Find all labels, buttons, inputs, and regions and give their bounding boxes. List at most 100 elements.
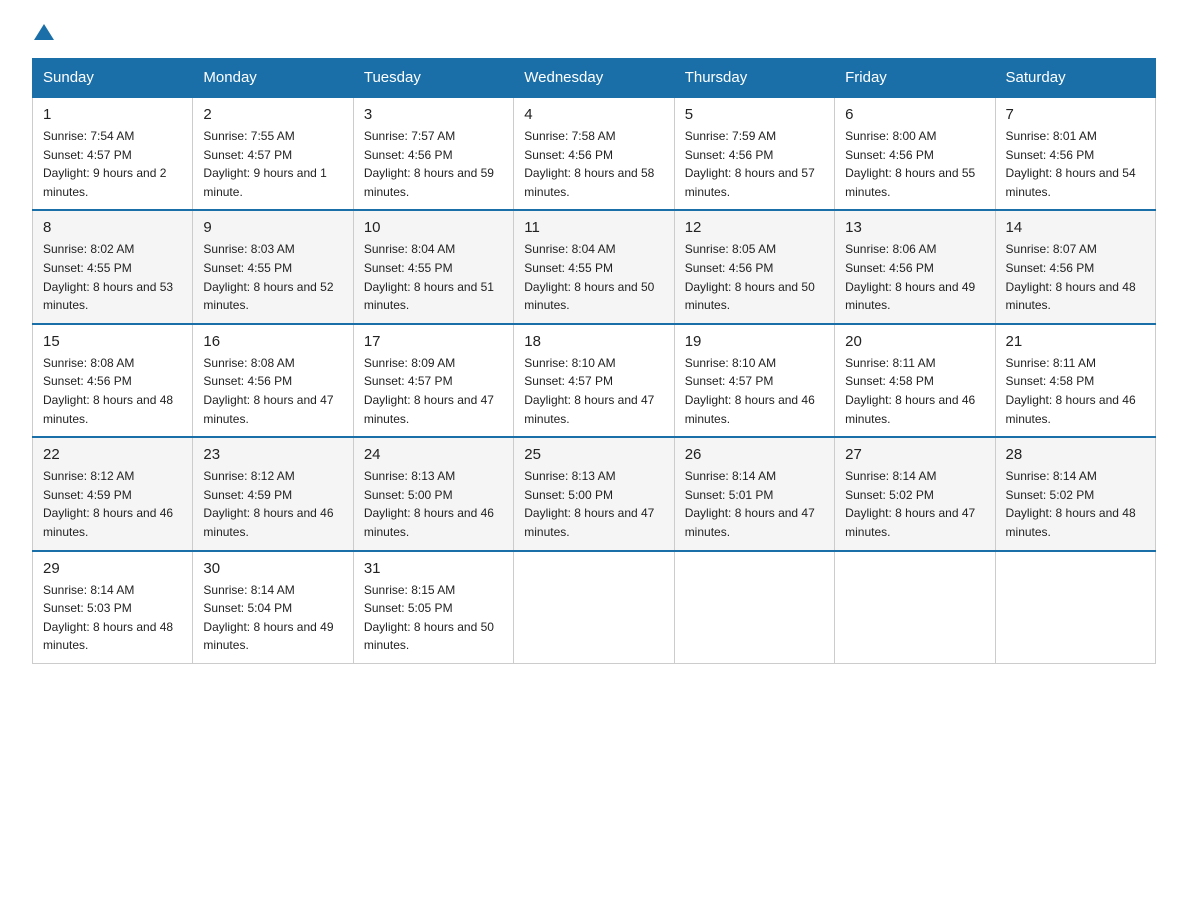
calendar-day-cell: 14 Sunrise: 8:07 AMSunset: 4:56 PMDayligh…	[995, 210, 1155, 323]
day-number: 26	[685, 446, 824, 463]
day-number: 11	[524, 219, 663, 236]
day-number: 8	[43, 219, 182, 236]
day-info: Sunrise: 8:13 AMSunset: 5:00 PMDaylight:…	[364, 467, 503, 541]
day-info: Sunrise: 8:14 AMSunset: 5:03 PMDaylight:…	[43, 581, 182, 655]
day-info: Sunrise: 8:05 AMSunset: 4:56 PMDaylight:…	[685, 240, 824, 314]
calendar-week-row: 29 Sunrise: 8:14 AMSunset: 5:03 PMDayligh…	[33, 551, 1156, 664]
calendar-day-cell: 18Sunrise: 8:10 AMSunset: 4:57 PMDayligh…	[514, 324, 674, 437]
calendar-day-cell: 16Sunrise: 8:08 AMSunset: 4:56 PMDayligh…	[193, 324, 353, 437]
day-info: Sunrise: 8:02 AMSunset: 4:55 PMDaylight:…	[43, 240, 182, 314]
day-info: Sunrise: 8:04 AMSunset: 4:55 PMDaylight:…	[364, 240, 503, 314]
calendar-day-cell: 6 Sunrise: 8:00 AMSunset: 4:56 PMDaylight…	[835, 97, 995, 210]
calendar-day-cell	[995, 551, 1155, 664]
calendar-day-cell: 26 Sunrise: 8:14 AMSunset: 5:01 PMDayligh…	[674, 437, 834, 550]
day-number: 12	[685, 219, 824, 236]
day-number: 15	[43, 333, 182, 350]
day-info: Sunrise: 8:08 AMSunset: 4:56 PMDaylight:…	[203, 354, 342, 428]
day-info: Sunrise: 8:06 AMSunset: 4:56 PMDaylight:…	[845, 240, 984, 314]
day-info: Sunrise: 8:10 AMSunset: 4:57 PMDaylight:…	[524, 354, 663, 428]
day-info: Sunrise: 8:03 AMSunset: 4:55 PMDaylight:…	[203, 240, 342, 314]
calendar-day-cell: 10 Sunrise: 8:04 AMSunset: 4:55 PMDayligh…	[353, 210, 513, 323]
calendar-day-cell: 12 Sunrise: 8:05 AMSunset: 4:56 PMDayligh…	[674, 210, 834, 323]
day-info: Sunrise: 8:08 AMSunset: 4:56 PMDaylight:…	[43, 354, 182, 428]
calendar-week-row: 8 Sunrise: 8:02 AMSunset: 4:55 PMDaylight…	[33, 210, 1156, 323]
calendar-day-cell: 1 Sunrise: 7:54 AMSunset: 4:57 PMDaylight…	[33, 97, 193, 210]
calendar-day-cell: 20 Sunrise: 8:11 AMSunset: 4:58 PMDayligh…	[835, 324, 995, 437]
calendar-table: Sunday Monday Tuesday Wednesday Thursday…	[32, 58, 1156, 664]
day-number: 29	[43, 560, 182, 577]
calendar-day-cell: 3 Sunrise: 7:57 AMSunset: 4:56 PMDaylight…	[353, 97, 513, 210]
calendar-day-cell: 29 Sunrise: 8:14 AMSunset: 5:03 PMDayligh…	[33, 551, 193, 664]
calendar-day-cell: 11 Sunrise: 8:04 AMSunset: 4:55 PMDayligh…	[514, 210, 674, 323]
calendar-day-cell: 23 Sunrise: 8:12 AMSunset: 4:59 PMDayligh…	[193, 437, 353, 550]
day-info: Sunrise: 8:01 AMSunset: 4:56 PMDaylight:…	[1006, 127, 1145, 201]
day-info: Sunrise: 7:55 AMSunset: 4:57 PMDaylight:…	[203, 127, 342, 201]
calendar-day-cell: 8 Sunrise: 8:02 AMSunset: 4:55 PMDaylight…	[33, 210, 193, 323]
calendar-day-cell: 5 Sunrise: 7:59 AMSunset: 4:56 PMDaylight…	[674, 97, 834, 210]
calendar-day-cell	[835, 551, 995, 664]
calendar-header: Sunday Monday Tuesday Wednesday Thursday…	[33, 59, 1156, 98]
day-info: Sunrise: 8:12 AMSunset: 4:59 PMDaylight:…	[43, 467, 182, 541]
day-number: 14	[1006, 219, 1145, 236]
day-info: Sunrise: 8:10 AMSunset: 4:57 PMDaylight:…	[685, 354, 824, 428]
day-info: Sunrise: 7:59 AMSunset: 4:56 PMDaylight:…	[685, 127, 824, 201]
calendar-day-cell: 21Sunrise: 8:11 AMSunset: 4:58 PMDayligh…	[995, 324, 1155, 437]
day-number: 25	[524, 446, 663, 463]
calendar-day-cell: 19 Sunrise: 8:10 AMSunset: 4:57 PMDayligh…	[674, 324, 834, 437]
day-number: 10	[364, 219, 503, 236]
day-number: 4	[524, 106, 663, 123]
day-info: Sunrise: 8:04 AMSunset: 4:55 PMDaylight:…	[524, 240, 663, 314]
day-number: 3	[364, 106, 503, 123]
logo	[32, 24, 56, 40]
col-sunday: Sunday	[33, 59, 193, 98]
day-number: 20	[845, 333, 984, 350]
calendar-week-row: 22 Sunrise: 8:12 AMSunset: 4:59 PMDayligh…	[33, 437, 1156, 550]
day-info: Sunrise: 8:12 AMSunset: 4:59 PMDaylight:…	[203, 467, 342, 541]
day-number: 31	[364, 560, 503, 577]
calendar-day-cell: 28Sunrise: 8:14 AMSunset: 5:02 PMDayligh…	[995, 437, 1155, 550]
day-number: 23	[203, 446, 342, 463]
page-header	[32, 24, 1156, 40]
day-info: Sunrise: 8:07 AMSunset: 4:56 PMDaylight:…	[1006, 240, 1145, 314]
col-tuesday: Tuesday	[353, 59, 513, 98]
calendar-day-cell: 25 Sunrise: 8:13 AMSunset: 5:00 PMDayligh…	[514, 437, 674, 550]
day-number: 22	[43, 446, 182, 463]
day-info: Sunrise: 7:58 AMSunset: 4:56 PMDaylight:…	[524, 127, 663, 201]
day-info: Sunrise: 8:15 AMSunset: 5:05 PMDaylight:…	[364, 581, 503, 655]
day-number: 9	[203, 219, 342, 236]
calendar-day-cell: 4 Sunrise: 7:58 AMSunset: 4:56 PMDaylight…	[514, 97, 674, 210]
calendar-day-cell: 9 Sunrise: 8:03 AMSunset: 4:55 PMDaylight…	[193, 210, 353, 323]
day-number: 24	[364, 446, 503, 463]
day-info: Sunrise: 8:14 AMSunset: 5:02 PMDaylight:…	[845, 467, 984, 541]
day-number: 28	[1006, 446, 1145, 463]
day-info: Sunrise: 8:11 AMSunset: 4:58 PMDaylight:…	[1006, 354, 1145, 428]
calendar-day-cell: 2 Sunrise: 7:55 AMSunset: 4:57 PMDaylight…	[193, 97, 353, 210]
day-number: 6	[845, 106, 984, 123]
day-info: Sunrise: 8:13 AMSunset: 5:00 PMDaylight:…	[524, 467, 663, 541]
calendar-week-row: 15 Sunrise: 8:08 AMSunset: 4:56 PMDayligh…	[33, 324, 1156, 437]
calendar-day-cell: 7Sunrise: 8:01 AMSunset: 4:56 PMDaylight…	[995, 97, 1155, 210]
day-number: 19	[685, 333, 824, 350]
day-number: 5	[685, 106, 824, 123]
day-info: Sunrise: 8:14 AMSunset: 5:01 PMDaylight:…	[685, 467, 824, 541]
calendar-day-cell: 13 Sunrise: 8:06 AMSunset: 4:56 PMDayligh…	[835, 210, 995, 323]
calendar-day-cell: 15 Sunrise: 8:08 AMSunset: 4:56 PMDayligh…	[33, 324, 193, 437]
col-wednesday: Wednesday	[514, 59, 674, 98]
day-info: Sunrise: 8:00 AMSunset: 4:56 PMDaylight:…	[845, 127, 984, 201]
calendar-day-cell	[674, 551, 834, 664]
calendar-day-cell: 31 Sunrise: 8:15 AMSunset: 5:05 PMDayligh…	[353, 551, 513, 664]
day-info: Sunrise: 8:14 AMSunset: 5:04 PMDaylight:…	[203, 581, 342, 655]
day-number: 2	[203, 106, 342, 123]
calendar-day-cell: 22 Sunrise: 8:12 AMSunset: 4:59 PMDayligh…	[33, 437, 193, 550]
day-info: Sunrise: 8:11 AMSunset: 4:58 PMDaylight:…	[845, 354, 984, 428]
day-number: 30	[203, 560, 342, 577]
day-number: 17	[364, 333, 503, 350]
day-info: Sunrise: 7:54 AMSunset: 4:57 PMDaylight:…	[43, 127, 182, 201]
col-friday: Friday	[835, 59, 995, 98]
col-monday: Monday	[193, 59, 353, 98]
day-number: 13	[845, 219, 984, 236]
day-info: Sunrise: 7:57 AMSunset: 4:56 PMDaylight:…	[364, 127, 503, 201]
col-thursday: Thursday	[674, 59, 834, 98]
day-number: 27	[845, 446, 984, 463]
day-number: 1	[43, 106, 182, 123]
